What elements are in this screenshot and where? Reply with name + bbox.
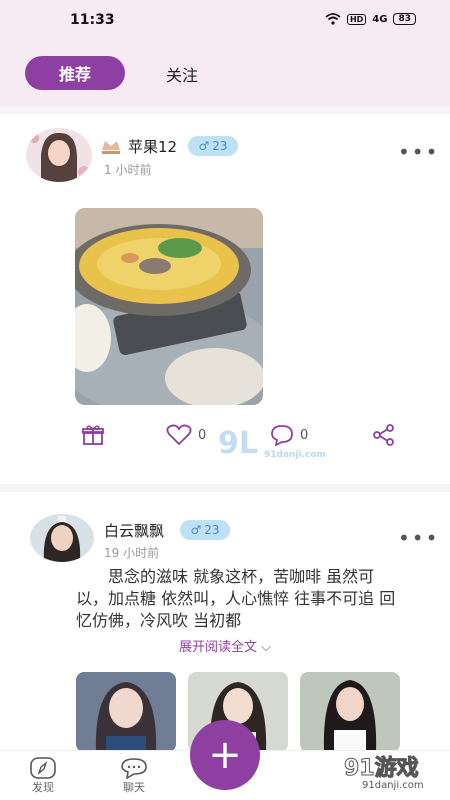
watermark-logo-center: 9L	[218, 426, 258, 461]
watermark-badge: 91游戏 91danji.com	[338, 748, 448, 798]
post-image[interactable]	[75, 208, 263, 405]
gender-age-badge: ♂ 23	[180, 520, 230, 540]
compass-icon	[30, 757, 56, 779]
expand-label: 展开阅读全文	[178, 640, 257, 655]
post-username[interactable]: 苹果12	[128, 136, 177, 157]
heart-icon	[166, 424, 192, 446]
status-icons: HD 4G 83	[325, 13, 416, 25]
post-time: 1 小时前	[104, 163, 152, 177]
hd-icon: HD	[346, 13, 367, 25]
like-button[interactable]: 0	[166, 424, 206, 446]
watermark-url: 91danji.com	[362, 780, 424, 791]
share-icon	[373, 424, 394, 446]
comment-count: 0	[300, 427, 309, 443]
male-icon: ♂	[190, 523, 202, 537]
avatar[interactable]	[26, 128, 92, 182]
chat-bubble-icon	[121, 758, 147, 779]
more-options-icon[interactable]: •••	[398, 526, 439, 550]
post-username[interactable]: 白云飘飘	[104, 520, 164, 541]
nav-chat-label: 聊天	[123, 781, 145, 794]
wifi-icon	[325, 13, 341, 25]
gender-age-badge: ♂ 23	[188, 136, 238, 156]
watermark-url-center: 91danji.com	[264, 450, 326, 460]
like-count: 0	[198, 427, 207, 443]
nav-discover[interactable]: 发现	[30, 757, 56, 795]
signal-icon: 4G	[372, 13, 388, 25]
vip-crown-icon	[102, 141, 120, 154]
chevron-down-icon: ⌵	[261, 640, 271, 655]
male-icon: ♂	[198, 139, 210, 153]
share-button[interactable]	[372, 424, 396, 446]
feed-tabs: 推荐 关注	[0, 40, 450, 106]
tab-follow[interactable]: 关注	[166, 62, 198, 86]
age-text: 23	[204, 523, 220, 537]
avatar[interactable]	[30, 514, 94, 562]
status-bar: 11:33 HD 4G 83	[0, 0, 450, 40]
gift-icon	[82, 425, 104, 445]
comment-icon	[271, 425, 293, 446]
comment-button[interactable]: 0	[270, 424, 308, 446]
battery-icon: 83	[393, 13, 416, 25]
post-thumbnail[interactable]	[300, 672, 400, 752]
age-text: 23	[212, 139, 228, 153]
expand-full-text[interactable]: 展开阅读全文 ⌵	[0, 636, 450, 655]
gift-button[interactable]	[82, 424, 104, 446]
watermark-logo: 91游戏	[344, 756, 420, 782]
post-thumbnail[interactable]	[76, 672, 176, 752]
add-post-button[interactable]: +	[190, 720, 260, 790]
section-divider	[0, 106, 450, 114]
section-divider	[0, 484, 450, 492]
plus-icon: +	[208, 732, 242, 778]
nav-chat[interactable]: 聊天	[120, 757, 148, 795]
status-time: 11:33	[70, 12, 115, 28]
post-time: 19 小时前	[104, 546, 160, 560]
tab-recommend[interactable]: 推荐	[25, 56, 125, 90]
post-text: 思念的滋味 就象这杯，苦咖啡 虽然可以，加点糖 依然叫，人心憔悴 往事不可追 回…	[76, 567, 396, 630]
more-options-icon[interactable]: •••	[398, 140, 439, 164]
nav-discover-label: 发现	[32, 781, 54, 794]
